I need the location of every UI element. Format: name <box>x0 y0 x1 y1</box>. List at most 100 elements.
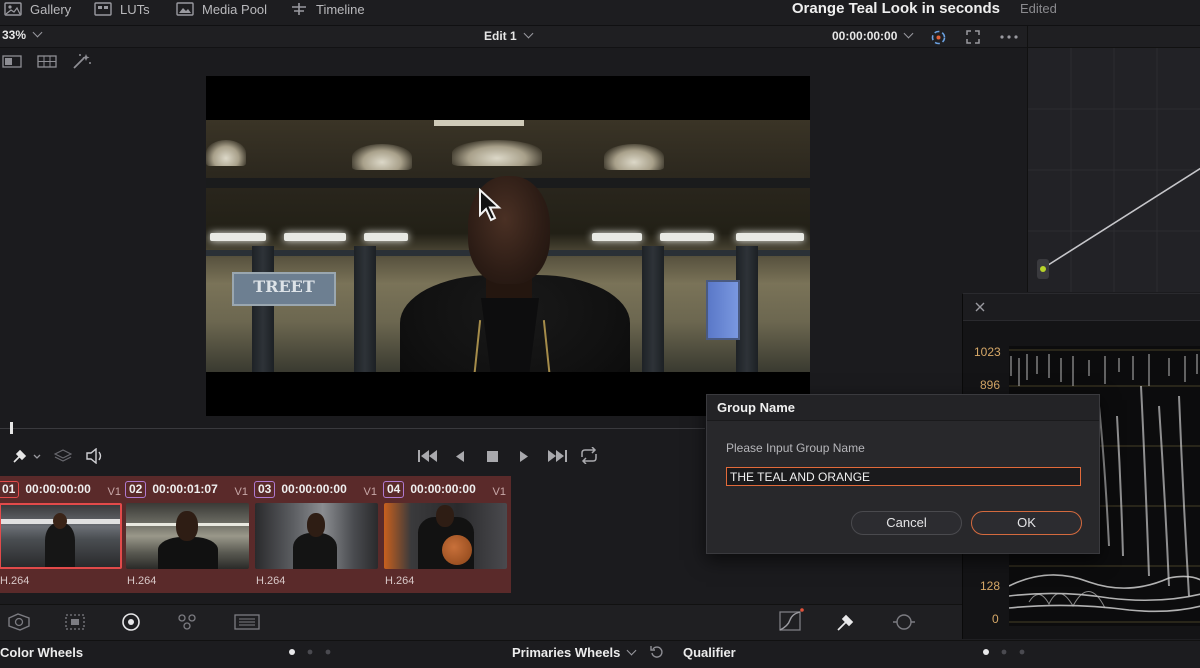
playhead[interactable] <box>10 422 13 434</box>
tab-media-pool[interactable]: Media Pool <box>176 0 267 22</box>
window-icon[interactable] <box>892 613 916 631</box>
eyedropper-tool-icon[interactable] <box>12 448 42 464</box>
play-icon[interactable] <box>518 450 530 463</box>
video-frame: TREET <box>206 120 810 372</box>
curve-graph[interactable] <box>1028 48 1200 292</box>
clip-header: 04 00:00:00:00 V1 <box>383 480 510 498</box>
scope-tick-label: 128 <box>980 579 1001 593</box>
tab-luts[interactable]: LUTs <box>94 0 150 22</box>
more-options-icon[interactable] <box>1000 35 1018 39</box>
clip-02[interactable]: 02 00:00:01:07 V1 H.264 <box>125 476 252 592</box>
tab-luts-label: LUTs <box>120 1 150 17</box>
ok-button[interactable]: OK <box>971 511 1082 535</box>
layers-icon[interactable] <box>54 449 72 463</box>
top-light-panel <box>434 120 524 126</box>
volume-icon[interactable] <box>86 448 104 464</box>
curves-panel-header <box>1028 26 1200 48</box>
chevron-down-icon <box>626 645 637 656</box>
gallery-icon <box>4 2 22 16</box>
skip-to-end-icon[interactable] <box>546 449 568 463</box>
video-viewer[interactable]: TREET <box>206 76 810 416</box>
viewer-toolbar: 33% Edit 1 00:00:00:00 <box>0 26 1027 48</box>
media-pool-icon <box>176 2 194 16</box>
ceiling-light <box>206 140 246 166</box>
loop-icon[interactable] <box>578 447 600 464</box>
timecode-value: 00:00:00:00 <box>832 29 898 43</box>
pillar <box>252 246 274 372</box>
close-icon[interactable] <box>975 302 985 312</box>
qualifier-page-dots[interactable] <box>982 648 1028 656</box>
single-viewer-icon[interactable] <box>2 55 22 68</box>
thumb-head <box>436 505 454 527</box>
clip-thumbnail <box>255 503 378 569</box>
clip-timecode: 00:00:00:00 <box>281 482 347 496</box>
clip-codec: H.264 <box>127 575 157 587</box>
clip-number: 03 <box>254 480 276 498</box>
primaries-mode-label: Primaries Wheels <box>512 645 621 660</box>
clip-header: 01 00:00:00:00 V1 <box>0 480 125 498</box>
clip-codec: H.264 <box>256 575 286 587</box>
chevron-down-icon <box>903 28 914 39</box>
fluorescent-light <box>660 233 714 241</box>
qualifier-eyedropper-icon[interactable] <box>836 612 856 632</box>
skip-to-start-icon[interactable] <box>417 449 439 463</box>
pillar <box>642 246 664 372</box>
scope-tick-label: 896 <box>980 378 1001 392</box>
group-name-dialog: Group Name Please Input Group Name Cance… <box>706 394 1100 554</box>
clip-track: V1 <box>234 486 248 498</box>
thumb-figure <box>158 537 218 569</box>
magic-wand-icon[interactable] <box>72 53 92 70</box>
fluorescent-light <box>284 233 346 241</box>
clip-timecode: 00:00:01:07 <box>152 482 218 496</box>
timeline-name: Edit 1 <box>484 29 517 43</box>
split-screen-icon[interactable] <box>37 55 57 68</box>
fullscreen-icon[interactable] <box>966 30 980 44</box>
clip-04[interactable]: 04 00:00:00:00 V1 H.264 <box>383 476 510 592</box>
stop-icon[interactable] <box>486 450 499 463</box>
pillar <box>354 246 376 372</box>
curves-icon[interactable] <box>778 608 804 632</box>
tab-gallery[interactable]: Gallery <box>4 0 71 22</box>
color-match-icon[interactable] <box>64 613 86 631</box>
thumb-basketball <box>442 535 472 565</box>
clip-number: 04 <box>383 480 405 498</box>
thumb-head <box>53 513 67 529</box>
color-wheels-icon[interactable] <box>121 612 141 632</box>
play-reverse-icon[interactable] <box>454 450 466 463</box>
scrubber-track[interactable] <box>0 428 705 429</box>
clip-03[interactable]: 03 00:00:00:00 V1 H.264 <box>254 476 381 592</box>
clip-header: 02 00:00:01:07 V1 <box>125 480 252 498</box>
clip-01[interactable]: 01 00:00:00:00 V1 H.264 <box>0 476 125 592</box>
fluorescent-light <box>210 233 266 241</box>
camera-raw-icon[interactable] <box>6 612 32 632</box>
clip-timecode: 00:00:00:00 <box>25 482 91 496</box>
person-shirt <box>481 298 539 372</box>
clip-track: V1 <box>107 486 121 498</box>
tab-timeline-label: Timeline <box>316 1 365 17</box>
chevron-down-icon <box>523 28 534 39</box>
luts-icon <box>94 2 112 16</box>
ceiling-light <box>452 140 542 166</box>
primaries-mode-dropdown[interactable]: Primaries Wheels <box>512 645 637 660</box>
ceiling-light <box>604 144 664 170</box>
hdr-wheels-icon[interactable] <box>176 612 198 632</box>
page-indicator-dots[interactable] <box>288 648 334 656</box>
timeline-selector[interactable]: Edit 1 <box>484 28 534 43</box>
reset-icon[interactable] <box>650 645 664 659</box>
timecode-dropdown[interactable]: 00:00:00:00 <box>832 28 914 43</box>
color-wheels-title: Color Wheels <box>0 645 84 660</box>
tab-timeline[interactable]: Timeline <box>290 0 365 22</box>
clip-track: V1 <box>363 486 377 498</box>
fluorescent-light <box>364 233 408 241</box>
thumb-head <box>176 511 198 541</box>
clip-codec: H.264 <box>385 575 415 587</box>
curves-panel[interactable] <box>1027 26 1200 292</box>
viewer-subtoolbar <box>0 48 1027 76</box>
color-picker-icon[interactable] <box>930 29 947 46</box>
zoom-dropdown[interactable]: 33% <box>2 27 43 42</box>
rgb-mixer-icon[interactable] <box>234 613 260 631</box>
thumb-figure <box>293 533 337 569</box>
group-name-input[interactable] <box>726 467 1081 486</box>
cancel-button[interactable]: Cancel <box>851 511 962 535</box>
curve-node-handle[interactable] <box>1037 259 1049 279</box>
